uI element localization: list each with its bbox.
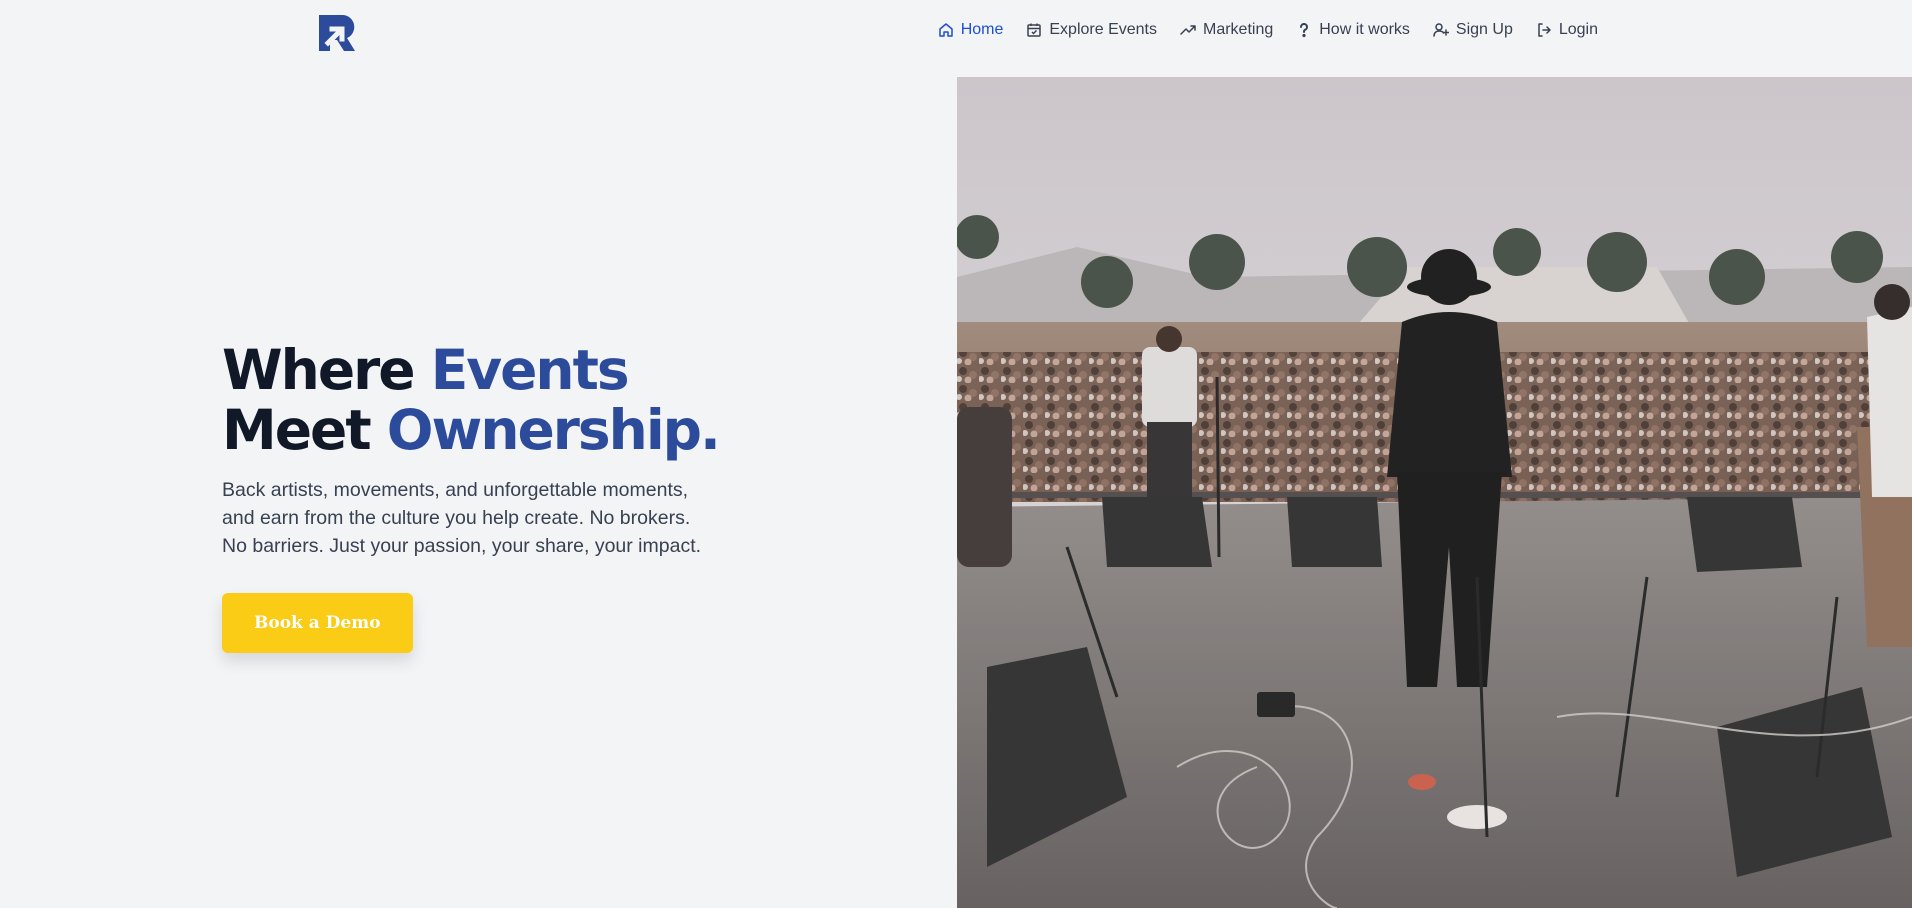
hero-subtitle-line-3: No barriers. Just your passion, your sha… (222, 535, 702, 557)
nav-home-label: Home (960, 21, 1004, 38)
nav-home[interactable]: Home (938, 21, 1004, 39)
calendar-icon (1027, 23, 1042, 37)
nav-how-it-works[interactable]: How it works (1296, 21, 1410, 39)
nav-login-label: Login (1558, 21, 1598, 38)
hero-title-ownership: Ownership. (386, 398, 721, 462)
main-nav: Home Explore Events Marketing How it wor… (938, 21, 1598, 39)
nav-sign-up[interactable]: Sign Up (1433, 21, 1513, 39)
hero-subtitle-line-1: Back artists, movements, and unforgettab… (222, 479, 689, 501)
question-icon (1300, 23, 1309, 38)
nav-marketing[interactable]: Marketing (1180, 21, 1273, 39)
nav-how-it-works-label: How it works (1319, 21, 1410, 38)
nav-explore-events-label: Explore Events (1049, 21, 1157, 38)
brand-logo-icon[interactable] (317, 13, 357, 53)
hero-subtitle-line-2: and earn from the culture you help creat… (222, 507, 691, 529)
nav-explore-events[interactable]: Explore Events (1026, 21, 1157, 39)
user-plus-icon (1433, 23, 1449, 37)
nav-sign-up-label: Sign Up (1455, 21, 1513, 38)
book-demo-button[interactable]: Book a Demo (222, 593, 413, 653)
hero-title-where: Where (222, 338, 431, 402)
hero-concert-image (957, 77, 1912, 908)
nav-marketing-label: Marketing (1202, 21, 1274, 38)
trending-up-icon (1180, 25, 1196, 35)
hero-title-events: Events (430, 338, 630, 402)
home-icon (938, 23, 953, 37)
nav-login[interactable]: Login (1536, 21, 1598, 39)
hero-title: Where Events Meet Ownership. (222, 340, 742, 460)
hero-subtitle: Back artists, movements, and unforgettab… (222, 476, 722, 560)
hero-section: Where Events Meet Ownership. Back artist… (222, 340, 742, 653)
login-icon (1538, 23, 1551, 37)
hero-title-meet: Meet (222, 398, 387, 462)
